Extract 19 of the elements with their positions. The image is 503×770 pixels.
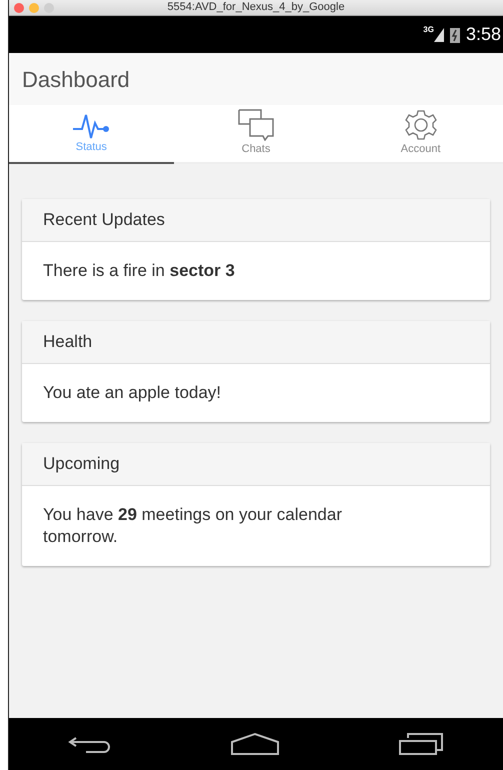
card-title: Upcoming [43, 452, 120, 475]
network-label: 3G [423, 26, 434, 34]
chat-bubbles-icon [238, 109, 274, 141]
card-text: You ate an apple today! [43, 382, 222, 404]
tab[interactable]: Chats [174, 105, 338, 164]
card-title: Health [43, 330, 92, 353]
recent-apps-icon[interactable] [398, 732, 444, 756]
home-icon[interactable] [230, 732, 280, 756]
window-title: 5554:AVD_for_Nexus_4_by_Google [167, 2, 345, 13]
card-title: Recent Updates [43, 208, 165, 231]
signal-icon [434, 28, 444, 42]
clock: 3:58 [466, 23, 501, 46]
tab[interactable]: Account [338, 105, 503, 164]
tab[interactable]: Status [9, 105, 174, 164]
card-text: You have 29 meetings on your calendar tomorrow. [43, 504, 343, 548]
app-title: Dashboard [22, 66, 130, 94]
gear-icon [404, 109, 437, 141]
battery-icon [450, 26, 460, 42]
card-text: There is a fire in sector 3 [43, 260, 236, 282]
